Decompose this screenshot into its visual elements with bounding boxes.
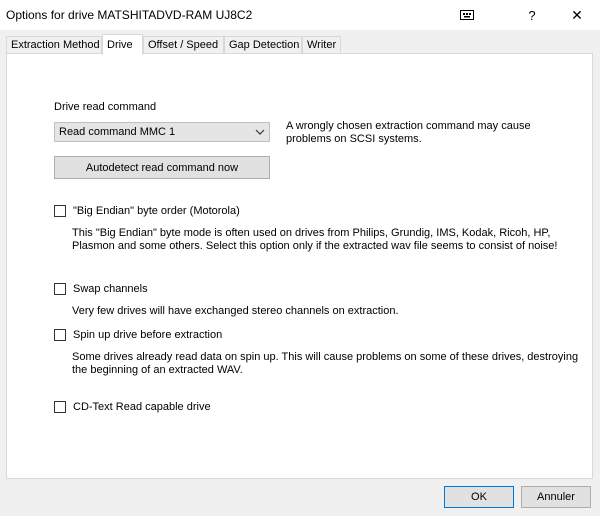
big-endian-checkbox[interactable]: [54, 205, 66, 217]
cd-text-label[interactable]: CD-Text Read capable drive: [73, 401, 211, 413]
autodetect-read-command-button[interactable]: Autodetect read command now: [54, 156, 270, 179]
spin-up-checkbox[interactable]: [54, 329, 66, 341]
keyboard-icon: [460, 10, 474, 20]
big-endian-description-line-2: Plasmon and some others. Select this opt…: [72, 240, 558, 252]
close-icon: ✕: [571, 6, 583, 23]
tab-label: Offset / Speed: [148, 39, 219, 51]
read-command-warning-line-1: A wrongly chosen extraction command may …: [286, 120, 531, 132]
swap-channels-description: Very few drives will have exchanged ster…: [72, 305, 399, 317]
swap-channels-label[interactable]: Swap channels: [73, 283, 148, 295]
cd-text-checkbox[interactable]: [54, 401, 66, 413]
spin-up-label[interactable]: Spin up drive before extraction: [73, 329, 222, 341]
ok-button-label: OK: [471, 491, 487, 503]
spin-up-description-line-2: the beginning of an extracted WAV.: [72, 364, 243, 376]
cancel-button[interactable]: Annuler: [521, 486, 591, 508]
tab-extraction-method[interactable]: Extraction Method: [6, 36, 102, 53]
big-endian-description-line-1: This "Big Endian" byte mode is often use…: [72, 227, 551, 239]
spin-up-description-line-1: Some drives already read data on spin up…: [72, 351, 579, 363]
ok-button[interactable]: OK: [444, 486, 514, 508]
tab-label: Extraction Method: [11, 39, 100, 51]
window-title: Options for drive MATSHITADVD-RAM UJ8C2: [6, 8, 253, 22]
read-command-dropdown[interactable]: Read command MMC 1: [54, 122, 270, 142]
read-command-warning-line-2: problems on SCSI systems.: [286, 133, 422, 145]
close-button[interactable]: ✕: [554, 0, 600, 30]
chevron-down-icon: [255, 129, 265, 135]
big-endian-label[interactable]: "Big Endian" byte order (Motorola): [73, 205, 240, 217]
tab-panel-drive: [6, 53, 593, 479]
autodetect-button-label: Autodetect read command now: [85, 161, 239, 174]
tab-label: Writer: [307, 39, 337, 51]
help-button[interactable]: ?: [509, 0, 555, 30]
title-bar: Options for drive MATSHITADVD-RAM UJ8C2 …: [0, 0, 600, 30]
read-command-value: Read command MMC 1: [59, 126, 176, 138]
keyboard-layout-button[interactable]: [444, 0, 490, 30]
tab-drive[interactable]: Drive: [102, 34, 143, 55]
tab-gap-detection[interactable]: Gap Detection: [224, 36, 302, 53]
read-command-label: Drive read command: [54, 101, 157, 113]
swap-channels-checkbox[interactable]: [54, 283, 66, 295]
tab-writer[interactable]: Writer: [302, 36, 341, 53]
tab-label: Drive: [107, 39, 133, 51]
tab-offset-speed[interactable]: Offset / Speed: [143, 36, 224, 53]
cancel-button-label: Annuler: [537, 491, 575, 503]
tab-label: Gap Detection: [229, 39, 300, 51]
help-icon: ?: [528, 7, 536, 23]
